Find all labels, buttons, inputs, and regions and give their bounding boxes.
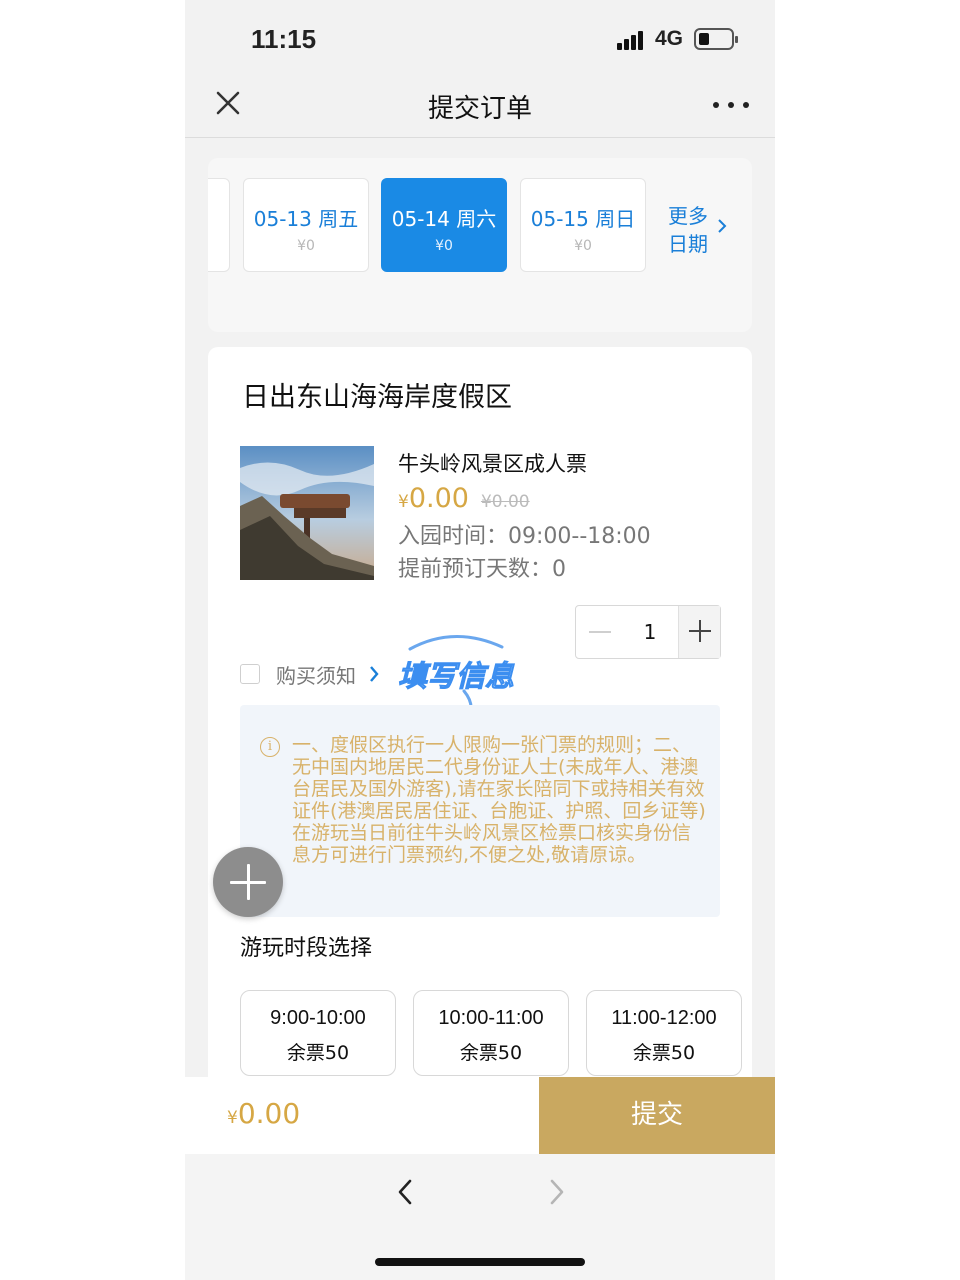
signal-icon xyxy=(617,30,649,50)
home-indicator[interactable] xyxy=(375,1258,585,1266)
forward-arrow-icon[interactable] xyxy=(547,1178,567,1206)
slot-time: 10:00-11:00 xyxy=(438,1007,544,1029)
status-time: 11:15 xyxy=(251,24,317,54)
time-slot-option[interactable]: 11:00-12:00 余票50 xyxy=(586,990,742,1076)
time-slot-option[interactable]: 10:00-11:00 余票50 xyxy=(413,990,569,1076)
date-option-0515[interactable]: 05-15 周日 ¥0 xyxy=(520,178,646,272)
chevron-right-icon xyxy=(370,666,379,682)
date-option-0513[interactable]: 05-13 周五 ¥0 xyxy=(243,178,369,272)
info-icon: i xyxy=(260,737,280,757)
price-currency: ¥ xyxy=(398,492,409,512)
ticket-name: 牛头岭风景区成人票 xyxy=(398,452,587,476)
browser-nav-bar xyxy=(185,1154,775,1280)
network-label: 4G xyxy=(655,27,684,50)
advance-days: 提前预订天数：0 xyxy=(398,557,566,582)
date-price: ¥0 xyxy=(435,238,453,254)
ticket-price: 0.00 xyxy=(408,483,469,514)
submit-bar: ¥0.00 提交 xyxy=(185,1077,775,1154)
time-slot-option[interactable]: 9:00-10:00 余票50 xyxy=(240,990,396,1076)
status-bar: 11:15 4G xyxy=(185,0,775,72)
date-selector: 05-13 周五 ¥0 05-14 周六 ¥0 05-15 周日 ¥0 更多 日… xyxy=(208,158,752,332)
minus-icon[interactable] xyxy=(576,606,622,658)
slot-remaining: 余票50 xyxy=(632,1042,696,1064)
battery-icon xyxy=(694,28,738,50)
phone-screen: 11:15 4G 提交订单 05-13 周五 ¥0 05-14 周六 ¥0 05… xyxy=(185,0,775,1280)
quantity-value[interactable]: 1 xyxy=(622,606,678,658)
original-price: ¥0.00 xyxy=(480,492,530,512)
ticket-price-row: ¥0.00 ¥0.00 xyxy=(398,483,530,514)
slot-time: 11:00-12:00 xyxy=(611,1007,717,1029)
purchase-notice-box: i 一、度假区执行一人限购一张门票的规则；二、无中国内地居民二代身份证人士(未成… xyxy=(240,705,720,917)
more-dates-line2: 日期 xyxy=(668,232,708,256)
date-price: ¥0 xyxy=(297,238,315,254)
total-currency: ¥ xyxy=(227,1108,238,1128)
page-title: 提交订单 xyxy=(427,94,532,124)
order-total: ¥0.00 xyxy=(227,1097,300,1130)
submit-button[interactable]: 提交 xyxy=(539,1077,775,1154)
date-label: 05-14 周六 xyxy=(391,207,497,231)
slot-remaining: 余票50 xyxy=(459,1042,523,1064)
slot-remaining: 余票50 xyxy=(286,1042,350,1064)
date-label: 05-15 周日 xyxy=(530,207,636,231)
date-option-previous[interactable] xyxy=(208,178,230,272)
more-dates-button[interactable]: 更多 日期 xyxy=(668,198,738,258)
back-arrow-icon[interactable] xyxy=(395,1178,415,1206)
resort-name: 日出东山海海岸度假区 xyxy=(242,382,512,413)
order-card: 日出东山海海岸度假区 牛头岭风景区成人票 ¥0.00 ¥0.00 入园时间：09:… xyxy=(208,347,752,1087)
purchase-notice-link[interactable]: 购买须知 xyxy=(276,660,356,689)
fill-info-sticker-text: 填写信息 xyxy=(397,659,515,694)
total-amount: 0.00 xyxy=(237,1097,301,1130)
plus-icon[interactable] xyxy=(678,606,720,658)
date-price: ¥0 xyxy=(574,238,592,254)
floating-add-button[interactable] xyxy=(213,847,283,917)
more-icon[interactable] xyxy=(711,88,751,118)
entry-time: 入园时间：09:00--18:00 xyxy=(398,524,651,549)
purchase-notice-text: 一、度假区执行一人限购一张门票的规则；二、无中国内地居民二代身份证人士(未成年人… xyxy=(292,734,706,866)
chevron-right-icon xyxy=(718,219,727,233)
time-slot-title: 游玩时段选择 xyxy=(240,936,373,961)
date-option-0514[interactable]: 05-14 周六 ¥0 xyxy=(381,178,507,272)
date-label: 05-13 周五 xyxy=(253,207,359,231)
more-dates-line1: 更多 xyxy=(668,204,708,228)
ticket-thumbnail xyxy=(240,446,374,580)
agree-checkbox[interactable] xyxy=(240,664,260,684)
slot-time: 9:00-10:00 xyxy=(270,1007,366,1029)
title-bar: 提交订单 xyxy=(185,72,775,138)
quantity-stepper: 1 xyxy=(575,605,721,659)
